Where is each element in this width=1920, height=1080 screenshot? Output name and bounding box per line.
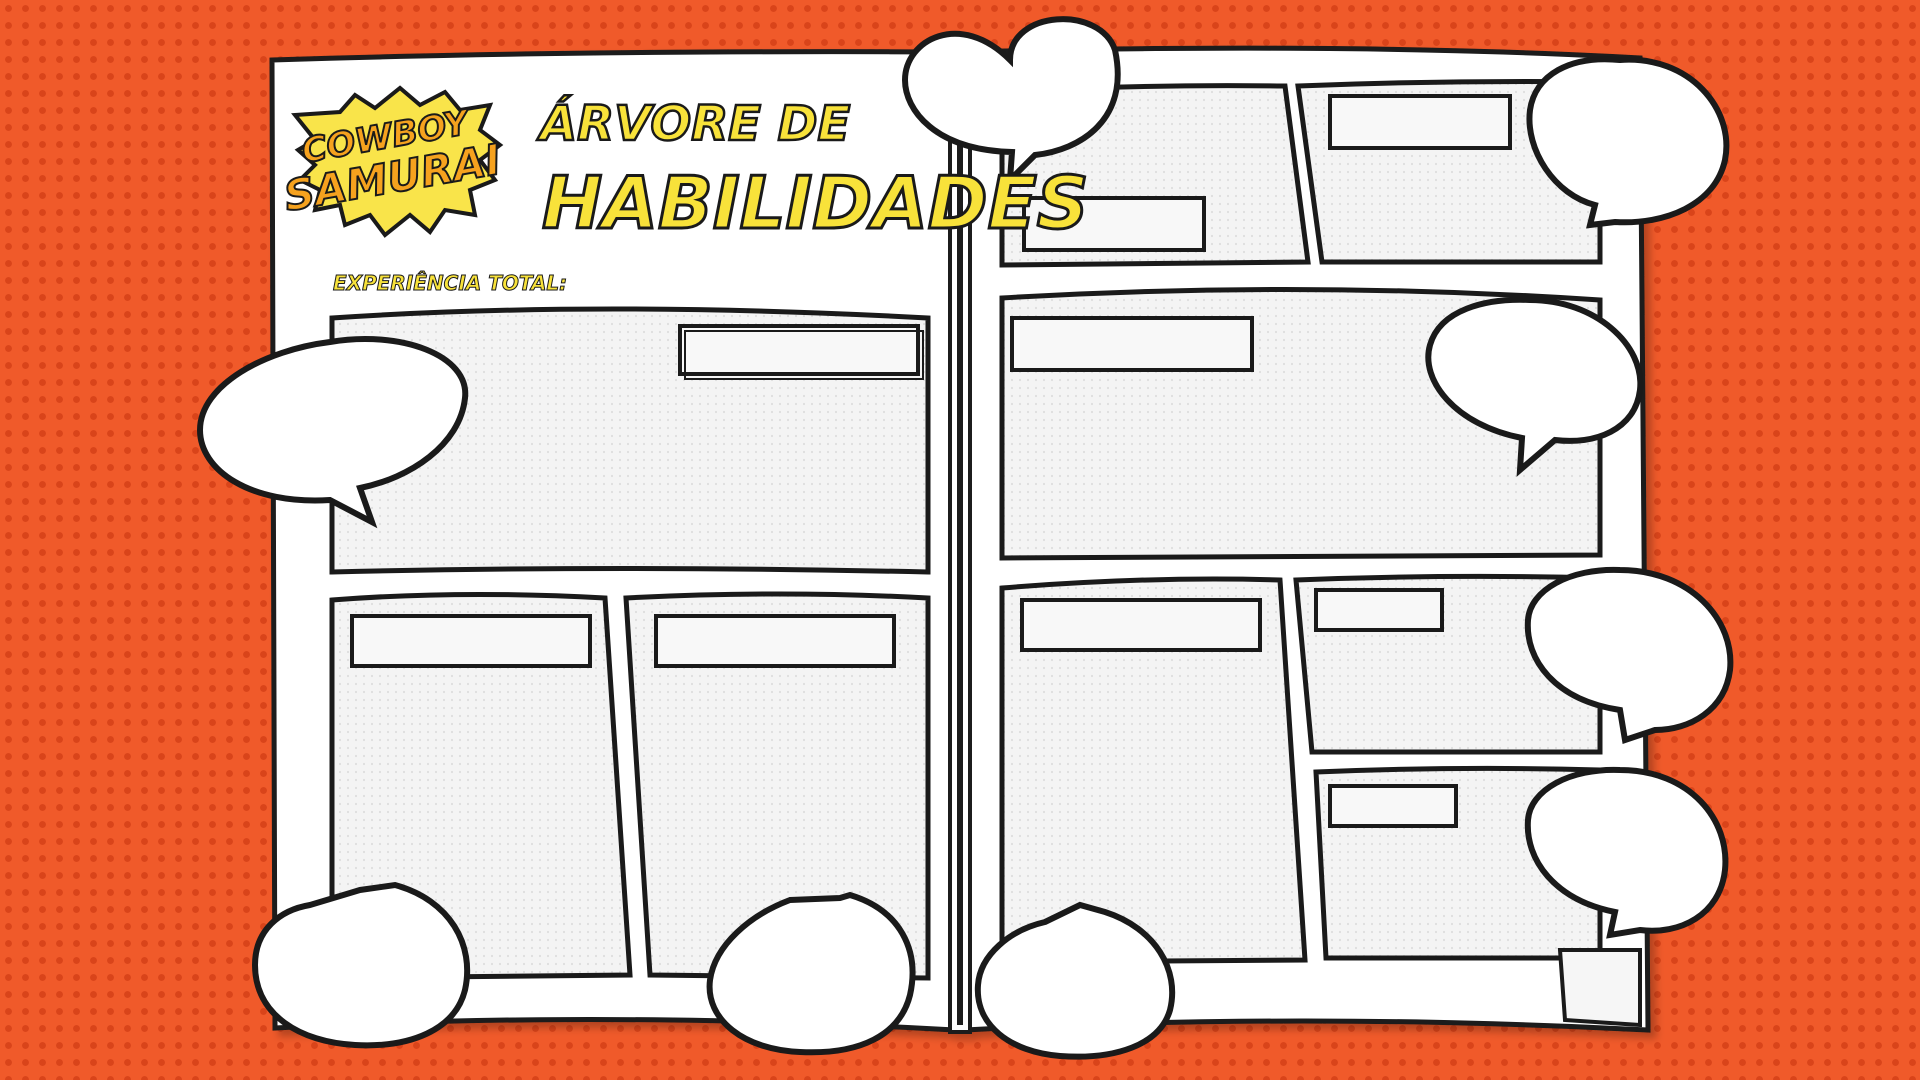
panel-3-caption-box[interactable] bbox=[654, 614, 896, 668]
title-line-2: HABILIDADES bbox=[542, 161, 1089, 245]
panel-8-caption-box[interactable] bbox=[1314, 588, 1444, 632]
panel-1-caption-box[interactable] bbox=[678, 324, 920, 376]
panel-6-caption-box[interactable] bbox=[1010, 316, 1254, 372]
experience-label: EXPERIÊNCIA TOTAL: bbox=[333, 271, 567, 295]
panel-2-caption-box[interactable] bbox=[350, 614, 592, 668]
panel-5-caption-box[interactable] bbox=[1328, 94, 1512, 150]
panel-9-caption-box[interactable] bbox=[1328, 784, 1458, 828]
title-line-1: ÁRVORE DE bbox=[536, 95, 851, 152]
panel-7-caption-box[interactable] bbox=[1020, 598, 1262, 652]
right-panels bbox=[999, 79, 1642, 1028]
page-curl bbox=[1557, 948, 1642, 1028]
comic-book-scene: COWBOY SAMURAI ÁRVORE DE HABILIDADES EXP… bbox=[196, 16, 1734, 1060]
